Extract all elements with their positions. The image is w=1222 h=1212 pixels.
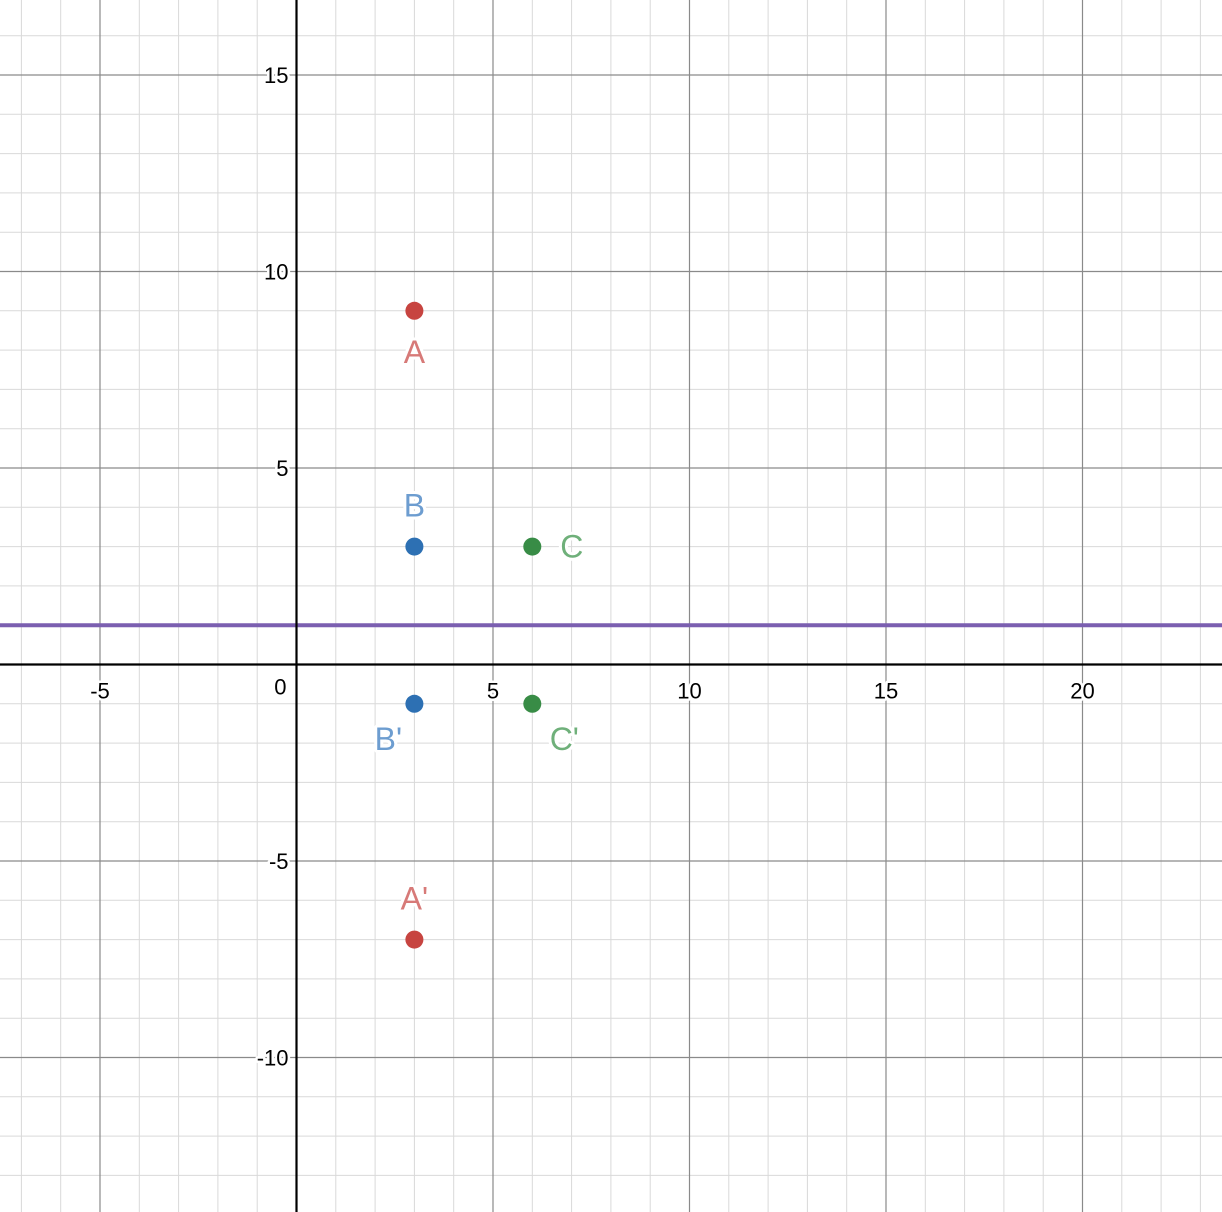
point-label-A: A — [404, 334, 426, 370]
y-tick-label: 5 — [276, 456, 288, 481]
point-B-prime — [405, 694, 424, 713]
point-label-A-prime: A' — [401, 881, 428, 917]
y-tick-label: -10 — [257, 1046, 289, 1071]
minor-gridlines — [0, 0, 1222, 1212]
x-tick-label: 10 — [677, 679, 701, 704]
graph-canvas: -5-5 55 1010 1515 20201515101055-5-5-10-1000… — [0, 0, 1222, 1212]
point-label-B: B — [404, 488, 425, 524]
x-tick-label: 5 — [487, 679, 499, 704]
y-tick-label: -5 — [269, 849, 289, 874]
point-A — [405, 301, 424, 320]
point-label-C: C — [560, 529, 583, 565]
y-tick-label: 15 — [264, 63, 288, 88]
point-A-prime — [405, 930, 424, 949]
point-label-C-prime: C' — [550, 721, 579, 757]
point-C-prime — [523, 694, 542, 713]
point-label-B-prime: B' — [375, 721, 402, 757]
x-tick-label: 20 — [1070, 679, 1094, 704]
point-B — [405, 537, 424, 556]
origin-label: 0 — [274, 675, 286, 700]
y-tick-label: 10 — [264, 260, 288, 285]
tick-labels: -5-5 55 1010 1515 20201515101055-5-5-10-1000 — [88, 61, 1098, 1074]
point-C — [523, 537, 542, 556]
x-tick-label: 15 — [874, 679, 898, 704]
x-tick-label: -5 — [90, 679, 110, 704]
